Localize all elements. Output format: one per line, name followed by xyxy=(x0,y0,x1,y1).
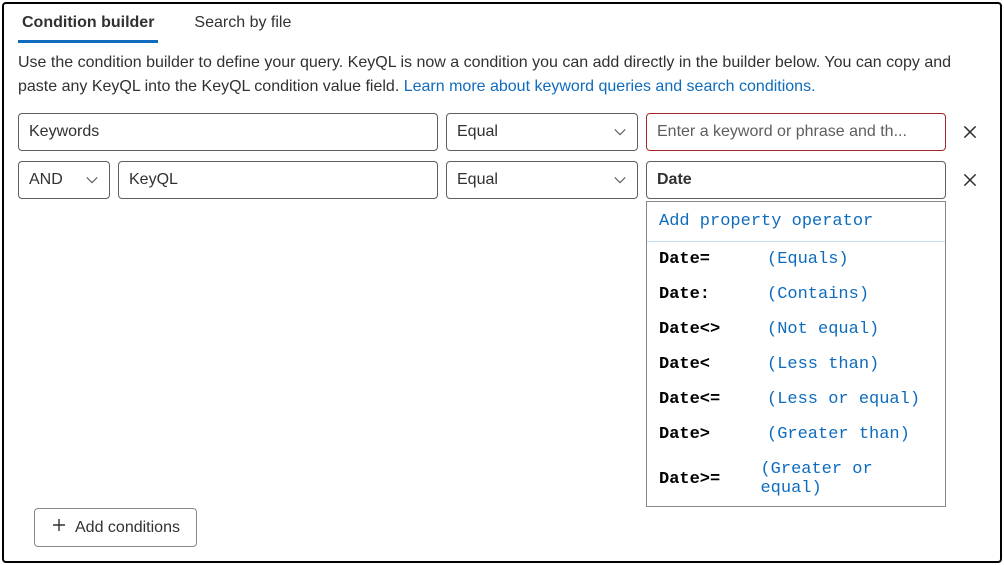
autocomplete-dropdown: Add property operator Date=(Equals) Date… xyxy=(646,201,946,507)
chevron-down-icon xyxy=(85,173,99,187)
tab-condition-builder[interactable]: Condition builder xyxy=(18,4,158,43)
ac-label: (Greater than) xyxy=(767,425,910,444)
autocomplete-item[interactable]: Date<>(Not equal) xyxy=(647,312,945,347)
operator-value: Equal xyxy=(457,123,498,141)
plus-icon xyxy=(51,517,67,538)
autocomplete-item[interactable]: Date>(Greater than) xyxy=(647,417,945,452)
remove-condition-button[interactable] xyxy=(954,164,986,196)
value-input[interactable]: Enter a keyword or phrase and th... xyxy=(646,113,946,151)
condition-row: Keywords Equal Enter a keyword or phrase… xyxy=(18,113,986,151)
logic-select[interactable]: AND xyxy=(18,161,110,199)
condition-builder-panel: Condition builder Search by file Use the… xyxy=(2,2,1002,563)
property-value: KeyQL xyxy=(129,171,178,189)
ac-label: (Greater or equal) xyxy=(760,460,933,498)
tab-search-by-file[interactable]: Search by file xyxy=(190,4,295,43)
autocomplete-list: Date=(Equals) Date:(Contains) Date<>(Not… xyxy=(647,242,945,506)
autocomplete-header: Add property operator xyxy=(647,202,945,242)
ac-operator: Date> xyxy=(659,425,767,444)
add-conditions-label: Add conditions xyxy=(75,519,180,537)
learn-more-link[interactable]: Learn more about keyword queries and sea… xyxy=(404,78,816,95)
autocomplete-item[interactable]: Date=(Equals) xyxy=(647,242,945,277)
value-typed: Date xyxy=(657,171,692,189)
value-input[interactable]: Date xyxy=(646,161,946,199)
ac-operator: Date= xyxy=(659,250,767,269)
condition-row: AND KeyQL Equal Date Add property operat… xyxy=(18,161,986,199)
autocomplete-item[interactable]: Date<=(Less or equal) xyxy=(647,382,945,417)
ac-operator: Date< xyxy=(659,355,767,374)
ac-label: (Less or equal) xyxy=(767,390,920,409)
tabs: Condition builder Search by file xyxy=(18,4,986,43)
ac-label: (Contains) xyxy=(767,285,869,304)
operator-value: Equal xyxy=(457,171,498,189)
logic-value: AND xyxy=(29,171,63,189)
autocomplete-item[interactable]: Date<(Less than) xyxy=(647,347,945,382)
operator-select[interactable]: Equal xyxy=(446,161,638,199)
value-placeholder: Enter a keyword or phrase and th... xyxy=(657,123,907,141)
ac-label: (Not equal) xyxy=(767,320,879,339)
chevron-down-icon xyxy=(613,173,627,187)
ac-operator: Date<> xyxy=(659,320,767,339)
autocomplete-item[interactable]: Date>=(Greater or equal) xyxy=(647,452,945,506)
ac-operator: Date<= xyxy=(659,390,767,409)
operator-select[interactable]: Equal xyxy=(446,113,638,151)
description: Use the condition builder to define your… xyxy=(18,43,986,113)
property-select[interactable]: Keywords xyxy=(18,113,438,151)
close-icon xyxy=(961,171,979,189)
property-select[interactable]: KeyQL xyxy=(118,161,438,199)
add-conditions-button[interactable]: Add conditions xyxy=(34,508,197,547)
ac-label: (Less than) xyxy=(767,355,879,374)
ac-operator: Date>= xyxy=(659,470,760,489)
remove-condition-button[interactable] xyxy=(954,116,986,148)
close-icon xyxy=(961,123,979,141)
autocomplete-item[interactable]: Date:(Contains) xyxy=(647,277,945,312)
ac-label: (Equals) xyxy=(767,250,849,269)
property-value: Keywords xyxy=(29,123,99,141)
value-input-wrap: Date Add property operator Date=(Equals)… xyxy=(646,161,946,199)
ac-operator: Date: xyxy=(659,285,767,304)
chevron-down-icon xyxy=(613,125,627,139)
